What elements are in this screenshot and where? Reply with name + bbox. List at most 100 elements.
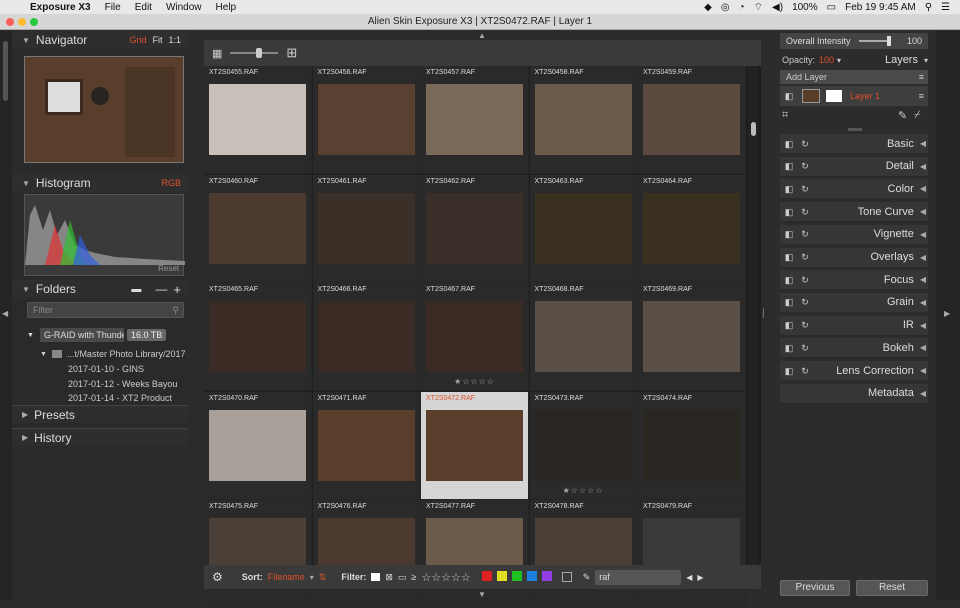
thumbnail-cell[interactable]: XT2S0459.RAF: [638, 66, 746, 174]
volume-icon[interactable]: ◀): [772, 2, 783, 13]
subfolder-item[interactable]: 2017-01-14 - XT2 Product: [68, 391, 177, 406]
folder-icon[interactable]: ▬: [131, 284, 141, 295]
reset-button[interactable]: Reset: [856, 580, 928, 596]
thumbnail-image[interactable]: [317, 301, 415, 372]
thumbnail-cell[interactable]: XT2S0462.RAF: [421, 174, 529, 283]
panel-toggle-icon[interactable]: ◧: [784, 252, 794, 262]
visibility-icon[interactable]: ◧: [784, 91, 794, 101]
thumbnail-cell[interactable]: XT2S0476.RAF: [312, 500, 421, 608]
panel-reset-icon[interactable]: ↻: [800, 139, 810, 149]
search-field[interactable]: raf: [595, 569, 682, 585]
disclosure-left-icon[interactable]: ◀: [920, 184, 926, 193]
large-thumbs-icon[interactable]: ⊞: [286, 45, 297, 61]
navigator-header[interactable]: ▼ Navigator Grid Fit 1:1: [12, 31, 187, 49]
opacity-value[interactable]: 100: [819, 55, 834, 65]
disclosure-left-icon[interactable]: ◀: [920, 162, 926, 171]
disclosure-left-icon[interactable]: ◀: [920, 343, 926, 352]
thumbnail-image[interactable]: [426, 301, 523, 372]
panel-reset-icon[interactable]: ↻: [800, 366, 810, 376]
thumbnail-cell[interactable]: XT2S0475.RAF: [204, 500, 312, 608]
star-rating[interactable]: ★☆☆☆☆: [421, 377, 528, 386]
thumbnail-image[interactable]: [643, 409, 740, 481]
chevron-down-icon[interactable]: ▾: [924, 56, 928, 65]
thumbnail-cell[interactable]: XT2S0473.RAF ★☆☆☆☆: [529, 391, 638, 500]
thumbnail-image[interactable]: [317, 409, 415, 481]
pencil-icon[interactable]: ✎: [898, 109, 907, 122]
minimize-button[interactable]: [18, 18, 26, 26]
disclosure-left-icon[interactable]: ◀: [920, 389, 926, 398]
chevron-down-icon[interactable]: ▾: [310, 573, 314, 582]
small-thumbs-icon[interactable]: ▦: [212, 47, 222, 60]
thumbnail-cell[interactable]: XT2S0474.RAF: [638, 391, 746, 500]
thumbnail-image[interactable]: [317, 192, 415, 264]
histogram-header[interactable]: ▼ Histogram RGB: [12, 174, 187, 192]
disclosure-left-icon[interactable]: ◀: [920, 230, 926, 239]
panel-reset-icon[interactable]: ↻: [800, 229, 810, 239]
panel-toggle-icon[interactable]: ◧: [784, 343, 794, 353]
chevron-down-icon[interactable]: ▾: [837, 56, 841, 65]
histogram-mode[interactable]: RGB: [161, 178, 181, 188]
panel-reset-icon[interactable]: ↻: [800, 343, 810, 353]
color-label-filter[interactable]: [541, 571, 552, 581]
color-label-filter[interactable]: [481, 571, 492, 581]
sort-direction-icon[interactable]: ⇅: [319, 572, 327, 583]
dropbox-icon[interactable]: ◆: [704, 2, 712, 13]
sort-dropdown[interactable]: Filename: [268, 572, 305, 582]
nav-1to1-button[interactable]: 1:1: [168, 35, 181, 45]
color-label-none[interactable]: [561, 572, 572, 582]
panel-reset-icon[interactable]: ↻: [800, 161, 810, 171]
subfolder-item[interactable]: 2017-01-12 - Weeks Bayou: [68, 377, 177, 392]
thumbnail-cell[interactable]: XT2S0467.RAF ★☆☆☆☆: [421, 283, 529, 391]
gear-icon[interactable]: ⚙: [212, 570, 223, 584]
panel-toggle-icon[interactable]: ◧: [784, 229, 794, 239]
add-layer-button[interactable]: Add Layer ≡: [780, 70, 928, 84]
thumbnail-cell[interactable]: XT2S0458.RAF: [529, 66, 638, 174]
thumbnail-image[interactable]: [209, 301, 306, 372]
disclosure-left-icon[interactable]: ◀: [920, 275, 926, 284]
adjustment-panel-detail[interactable]: ◧ ↻ Detail ◀: [780, 156, 928, 177]
scroll-thumb[interactable]: [751, 122, 756, 136]
collapse-right-icon[interactable]: ▶: [944, 309, 950, 318]
thumbnail-cell[interactable]: XT2S0469.RAF: [638, 283, 746, 391]
adjustment-panel-tone-curve[interactable]: ◧ ↻ Tone Curve ◀: [780, 202, 928, 223]
flag-unflagged-icon[interactable]: ▭: [398, 572, 407, 583]
thumbnail-cell[interactable]: XT2S0464.RAF: [638, 174, 746, 283]
chevron-right-icon[interactable]: ▶: [697, 573, 703, 582]
adjustment-panel-vignette[interactable]: ◧ ↻ Vignette ◀: [780, 224, 928, 245]
panel-reset-icon[interactable]: ↻: [800, 207, 810, 217]
thumb-size-slider[interactable]: [230, 48, 279, 58]
collapse-left-icon[interactable]: ◀: [2, 309, 8, 318]
clock[interactable]: Feb 19 9:45 AM: [845, 2, 916, 13]
rating-compare-icon[interactable]: ≥: [411, 572, 416, 582]
adjustment-panel-grain[interactable]: ◧ ↻ Grain ◀: [780, 292, 928, 313]
panel-reset-icon[interactable]: ↻: [800, 275, 810, 285]
adjustment-panel-color[interactable]: ◧ ↻ Color ◀: [780, 179, 928, 200]
sync-icon[interactable]: ◎: [721, 2, 730, 13]
panel-toggle-icon[interactable]: ◧: [784, 184, 794, 194]
close-button[interactable]: [6, 18, 14, 26]
thumbnail-cell[interactable]: XT2S0471.RAF: [312, 391, 421, 500]
thumbnail-cell[interactable]: XT2S0461.RAF: [312, 174, 421, 283]
panel-toggle-icon[interactable]: ◧: [784, 366, 794, 376]
star-rating[interactable]: ★☆☆☆☆: [530, 486, 637, 495]
color-label-filter[interactable]: [511, 571, 522, 581]
chevron-left-icon[interactable]: ◀: [686, 573, 692, 582]
add-folder-button[interactable]: +: [173, 282, 181, 297]
thumbnail-cell[interactable]: XT2S0472.RAF: [421, 391, 529, 500]
thumbnail-cell[interactable]: XT2S0479.RAF: [638, 500, 746, 608]
list-icon[interactable]: ☰: [941, 2, 950, 13]
panel-reset-icon[interactable]: ↻: [800, 184, 810, 194]
folder-filter-field[interactable]: Filter ⚲: [27, 302, 184, 318]
collapse-top-icon[interactable]: ▲: [478, 31, 486, 40]
menu-window[interactable]: Window: [166, 2, 202, 13]
color-label-filter[interactable]: [526, 571, 537, 581]
wrench-icon[interactable]: ✎: [583, 572, 591, 583]
navigator-preview[interactable]: [24, 56, 184, 163]
spotlight-icon[interactable]: ⚲: [925, 2, 932, 13]
adjustment-panel-focus[interactable]: ◧ ↻ Focus ◀: [780, 270, 928, 291]
adjustment-panel-metadata[interactable]: Metadata ◀: [780, 383, 928, 404]
presets-header[interactable]: ▶ Presets: [12, 405, 187, 423]
intensity-value[interactable]: 100: [907, 36, 922, 46]
zoom-button[interactable]: [30, 18, 38, 26]
thumbnail-image[interactable]: [426, 409, 523, 481]
